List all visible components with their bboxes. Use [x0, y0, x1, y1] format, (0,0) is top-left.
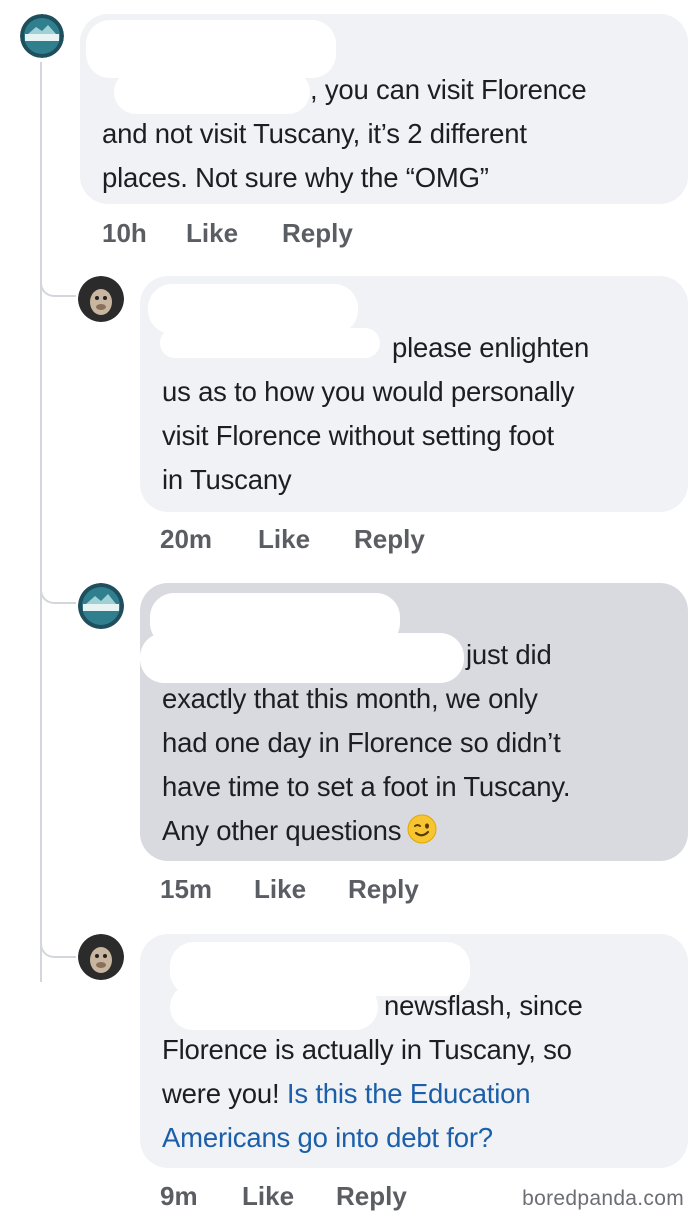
comment-bubble-highlighted: just did exactly that this month, we onl…	[140, 583, 688, 861]
thread-branch	[40, 916, 76, 958]
avatar[interactable]	[78, 276, 124, 322]
thread-connector	[40, 62, 42, 982]
reply-button[interactable]: Reply	[348, 874, 419, 905]
comment-actions: 9m Like Reply	[160, 1181, 560, 1215]
comment-text: were you!	[162, 1078, 280, 1109]
comment-thread: , you can visit Florence and not visit T…	[0, 0, 700, 1225]
comment-text-line: please enlighten	[392, 332, 590, 363]
comment-text-line: and not visit Tuscany, it’s 2 different	[102, 118, 527, 149]
comment-text-line: Americans go into debt for?	[162, 1116, 670, 1160]
comment-bubble: , you can visit Florence and not visit T…	[80, 14, 688, 204]
comment-text: Any other questions	[162, 815, 402, 846]
comment-text-line: exactly that this month, we only	[162, 683, 538, 714]
comment-bubble: please enlighten us as to how you would …	[140, 276, 688, 512]
comment-text-line: , you can visit Florence	[310, 74, 587, 105]
comment-text-line: had one day in Florence so didn’t	[162, 727, 561, 758]
monkey-avatar-icon	[78, 276, 124, 322]
reply-button[interactable]: Reply	[336, 1181, 407, 1212]
comment-text-line: Any other questions	[162, 809, 670, 853]
comment-link[interactable]: Is this the Education	[287, 1078, 531, 1109]
reply-button[interactable]: Reply	[354, 524, 425, 555]
comment-text-line: have time to set a foot in Tuscany.	[162, 771, 571, 802]
comment-text-line: just did	[466, 639, 552, 670]
comment-actions: 10h Like Reply	[102, 218, 502, 252]
timestamp: 20m	[160, 524, 213, 554]
comment-text-line: newsflash, since	[384, 990, 583, 1021]
comment-text-line: places. Not sure why the “OMG”	[102, 162, 489, 193]
comment-bubble: newsflash, since Florence is actually in…	[140, 934, 688, 1168]
comment-text-line: us as to how you would personally	[162, 376, 575, 407]
winking-face-icon	[407, 813, 437, 844]
like-button[interactable]: Like	[242, 1181, 294, 1212]
thread-branch	[40, 255, 76, 297]
page-logo-icon	[78, 583, 124, 629]
avatar[interactable]	[20, 14, 64, 58]
like-button[interactable]: Like	[254, 874, 306, 905]
like-button[interactable]: Like	[186, 218, 238, 249]
timestamp: 15m	[160, 874, 213, 904]
thread-branch	[40, 562, 76, 604]
comment-link[interactable]: Americans go into debt for?	[162, 1122, 493, 1153]
comment-text-line: in Tuscany	[162, 464, 292, 495]
monkey-avatar-icon	[78, 934, 124, 980]
avatar[interactable]	[78, 934, 124, 980]
avatar[interactable]	[78, 583, 124, 629]
comment-text-line: visit Florence without setting foot	[162, 420, 554, 451]
watermark: boredpanda.com	[522, 1187, 684, 1210]
page-logo-icon	[20, 14, 64, 58]
comment-text-line: were you! Is this the Education	[162, 1072, 670, 1116]
timestamp: 10h	[102, 218, 147, 248]
comment-actions: 20m Like Reply	[160, 524, 560, 558]
timestamp: 9m	[160, 1181, 198, 1211]
comment-actions: 15m Like Reply	[160, 874, 560, 908]
reply-button[interactable]: Reply	[282, 218, 353, 249]
like-button[interactable]: Like	[258, 524, 310, 555]
comment-text-line: Florence is actually in Tuscany, so	[162, 1034, 572, 1065]
